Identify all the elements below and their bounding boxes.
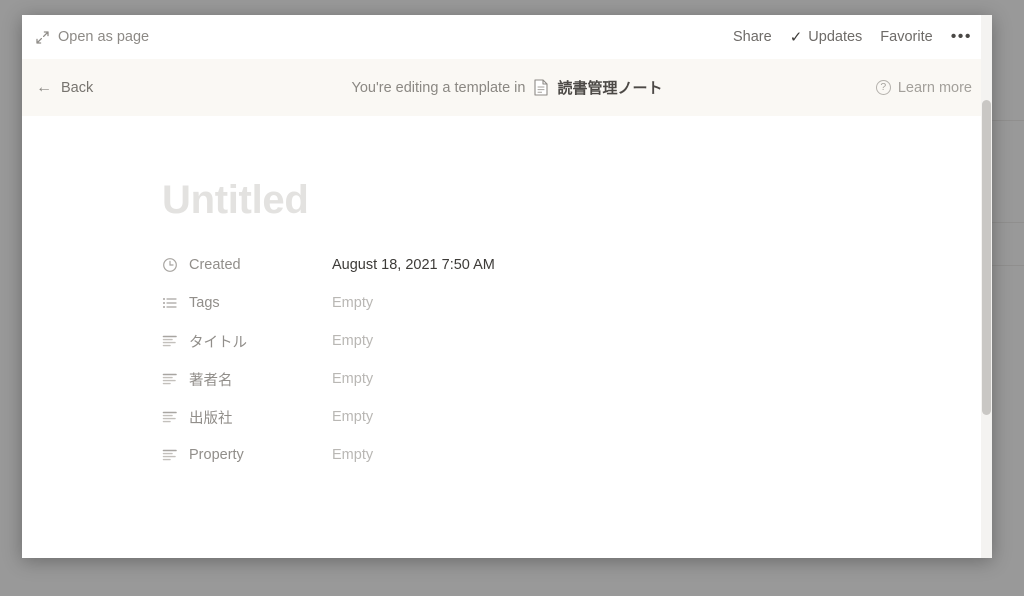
property-value-tags[interactable]: Empty bbox=[332, 295, 373, 311]
modal-header: Open as page Share ✓ Updates Favorite ••… bbox=[22, 15, 992, 59]
page-title[interactable]: Untitled bbox=[162, 180, 309, 220]
modal-scrollbar-track[interactable] bbox=[981, 15, 992, 558]
property-row: タイトル Empty bbox=[162, 322, 882, 360]
banner-message: You're editing a template in bbox=[351, 79, 526, 96]
property-name: 出版社 bbox=[189, 410, 233, 427]
property-name: Created bbox=[189, 257, 241, 273]
property-label-property[interactable]: Property bbox=[162, 447, 332, 463]
updates-label: Updates bbox=[808, 29, 863, 45]
clock-icon bbox=[162, 257, 178, 273]
favorite-label: Favorite bbox=[880, 29, 933, 45]
property-label-author-jp[interactable]: 著者名 bbox=[162, 369, 332, 390]
database-name-link[interactable]: 読書管理ノート bbox=[557, 77, 662, 98]
property-name: Property bbox=[189, 447, 244, 463]
arrow-left-icon: ← bbox=[36, 78, 52, 96]
text-lines-icon bbox=[162, 333, 178, 349]
modal-body: Untitled Created August 18, 2021 7:50 AM bbox=[22, 116, 992, 558]
expand-icon bbox=[36, 30, 49, 44]
property-value-created[interactable]: August 18, 2021 7:50 AM bbox=[332, 257, 495, 273]
back-label: Back bbox=[61, 79, 94, 96]
updates-button[interactable]: ✓ Updates bbox=[790, 29, 863, 45]
question-mark-icon: ? bbox=[875, 80, 891, 95]
modal-header-actions: Share ✓ Updates Favorite ••• bbox=[733, 29, 972, 46]
property-row: 著者名 Empty bbox=[162, 360, 882, 398]
property-label-created[interactable]: Created bbox=[162, 257, 332, 273]
property-label-title-jp[interactable]: タイトル bbox=[162, 331, 332, 352]
more-options-button[interactable]: ••• bbox=[951, 29, 972, 45]
list-icon bbox=[162, 295, 178, 311]
property-label-publisher-jp[interactable]: 出版社 bbox=[162, 407, 332, 428]
learn-more-label: Learn more bbox=[897, 79, 972, 96]
property-value-property[interactable]: Empty bbox=[332, 447, 373, 463]
property-name: タイトル bbox=[189, 334, 247, 351]
share-label: Share bbox=[733, 29, 772, 45]
share-button[interactable]: Share bbox=[733, 29, 772, 45]
property-name: Tags bbox=[189, 295, 220, 311]
property-row: Created August 18, 2021 7:50 AM bbox=[162, 246, 882, 284]
property-row: Property Empty bbox=[162, 436, 882, 474]
text-lines-icon bbox=[162, 409, 178, 425]
learn-more-button[interactable]: ? Learn more bbox=[875, 79, 972, 96]
property-value-author-jp[interactable]: Empty bbox=[332, 371, 373, 387]
document-icon bbox=[534, 79, 549, 96]
property-row: Tags Empty bbox=[162, 284, 882, 322]
open-as-page-button[interactable]: Open as page bbox=[36, 29, 149, 45]
property-row: 出版社 Empty bbox=[162, 398, 882, 436]
property-list: Created August 18, 2021 7:50 AM Tags Emp… bbox=[162, 246, 882, 474]
open-as-page-label: Open as page bbox=[58, 29, 150, 45]
template-editing-banner: ← Back You're editing a template in 読書管理… bbox=[22, 59, 992, 116]
banner-message-group: You're editing a template in 読書管理ノート bbox=[22, 77, 992, 98]
page-peek-modal: Open as page Share ✓ Updates Favorite ••… bbox=[22, 15, 992, 558]
modal-scrollbar-thumb[interactable] bbox=[982, 100, 991, 415]
ellipsis-icon: ••• bbox=[950, 28, 972, 45]
property-name: 著者名 bbox=[189, 372, 233, 389]
text-lines-icon bbox=[162, 447, 178, 463]
back-button[interactable]: ← Back bbox=[36, 78, 94, 96]
property-value-title-jp[interactable]: Empty bbox=[332, 333, 373, 349]
property-label-tags[interactable]: Tags bbox=[162, 295, 332, 311]
check-icon: ✓ bbox=[789, 28, 803, 46]
property-value-publisher-jp[interactable]: Empty bbox=[332, 409, 373, 425]
text-lines-icon bbox=[162, 371, 178, 387]
favorite-button[interactable]: Favorite bbox=[880, 29, 932, 45]
